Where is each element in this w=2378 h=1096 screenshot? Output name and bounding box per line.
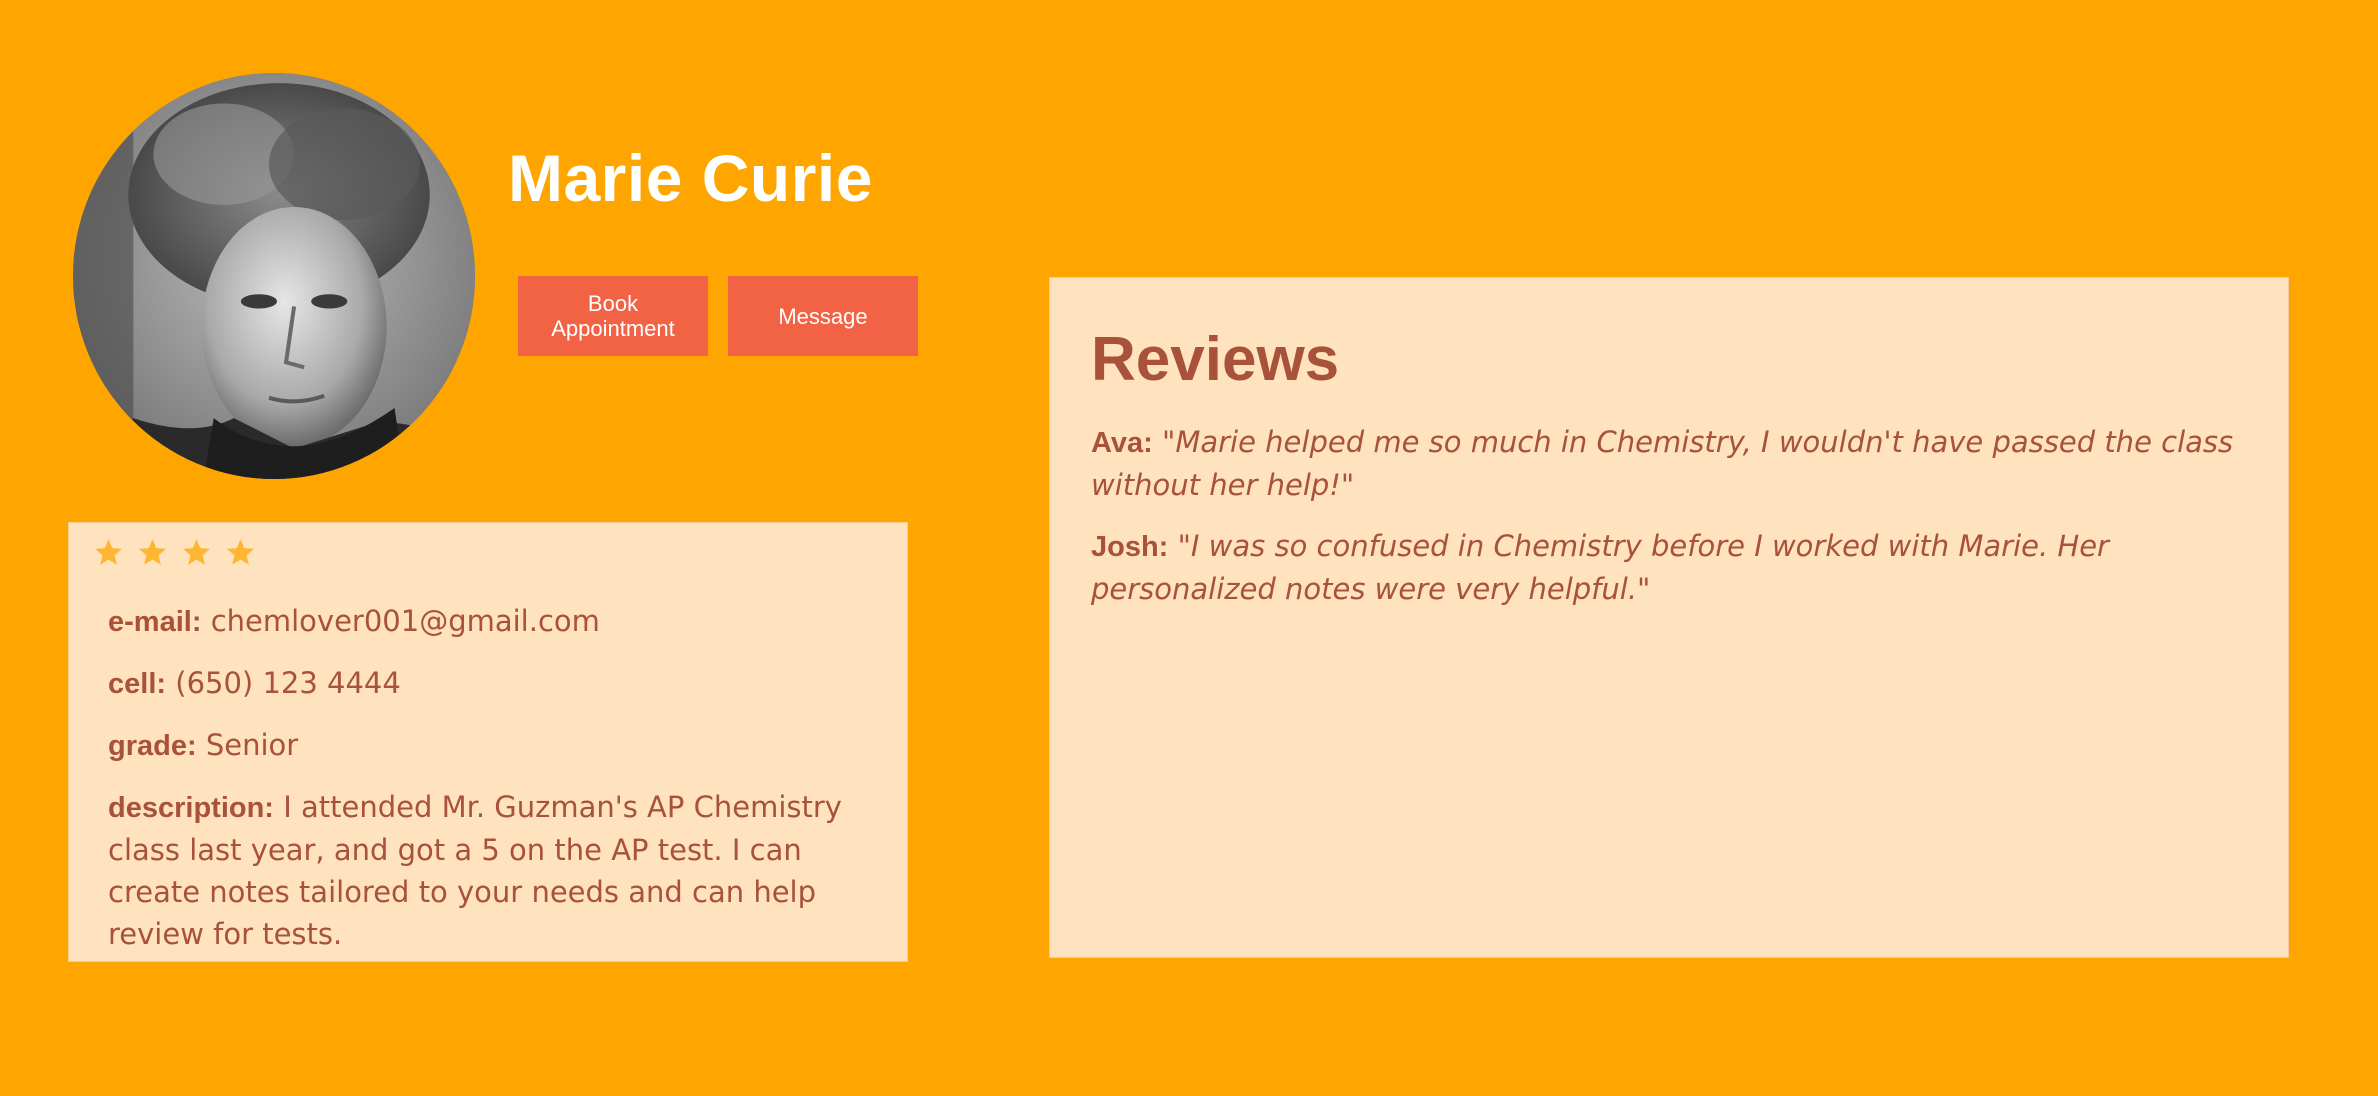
star-icon [93, 537, 124, 568]
review-item: Josh: "I was so confused in Chemistry be… [1091, 525, 2261, 610]
cell-row: cell: (650) 123 4444 [108, 662, 401, 705]
reviews-title: Reviews [1091, 325, 1340, 394]
review-author: Josh: [1091, 531, 1169, 563]
cell-label: cell: [108, 668, 167, 700]
star-icon [225, 537, 256, 568]
reviews-panel: Reviews Ava: "Marie helped me so much in… [1049, 277, 2289, 958]
book-appointment-button[interactable]: Book Appointment [518, 276, 708, 356]
review-text: "Marie helped me so much in Chemistry, I… [1091, 425, 2234, 502]
rating-stars [93, 537, 256, 568]
grade-row: grade: Senior [108, 724, 298, 767]
email-value: chemlover001@gmail.com [210, 604, 600, 638]
cell-value: (650) 123 4444 [175, 666, 401, 700]
star-icon [181, 537, 212, 568]
star-icon [137, 537, 168, 568]
grade-label: grade: [108, 730, 197, 762]
review-text: "I was so confused in Chemistry before I… [1091, 529, 2109, 606]
description-label: description: [108, 792, 274, 824]
profile-name: Marie Curie [508, 141, 873, 215]
email-label: e-mail: [108, 606, 202, 638]
description-row: description: I attended Mr. Guzman's AP … [108, 786, 898, 955]
profile-info-panel: e-mail: chemlover001@gmail.com cell: (65… [68, 522, 908, 962]
profile-avatar [73, 73, 475, 479]
review-item: Ava: "Marie helped me so much in Chemist… [1091, 421, 2261, 506]
grade-value: Senior [205, 728, 299, 762]
email-row: e-mail: chemlover001@gmail.com [108, 600, 600, 643]
review-author: Ava: [1091, 427, 1153, 459]
message-button[interactable]: Message [728, 276, 918, 356]
